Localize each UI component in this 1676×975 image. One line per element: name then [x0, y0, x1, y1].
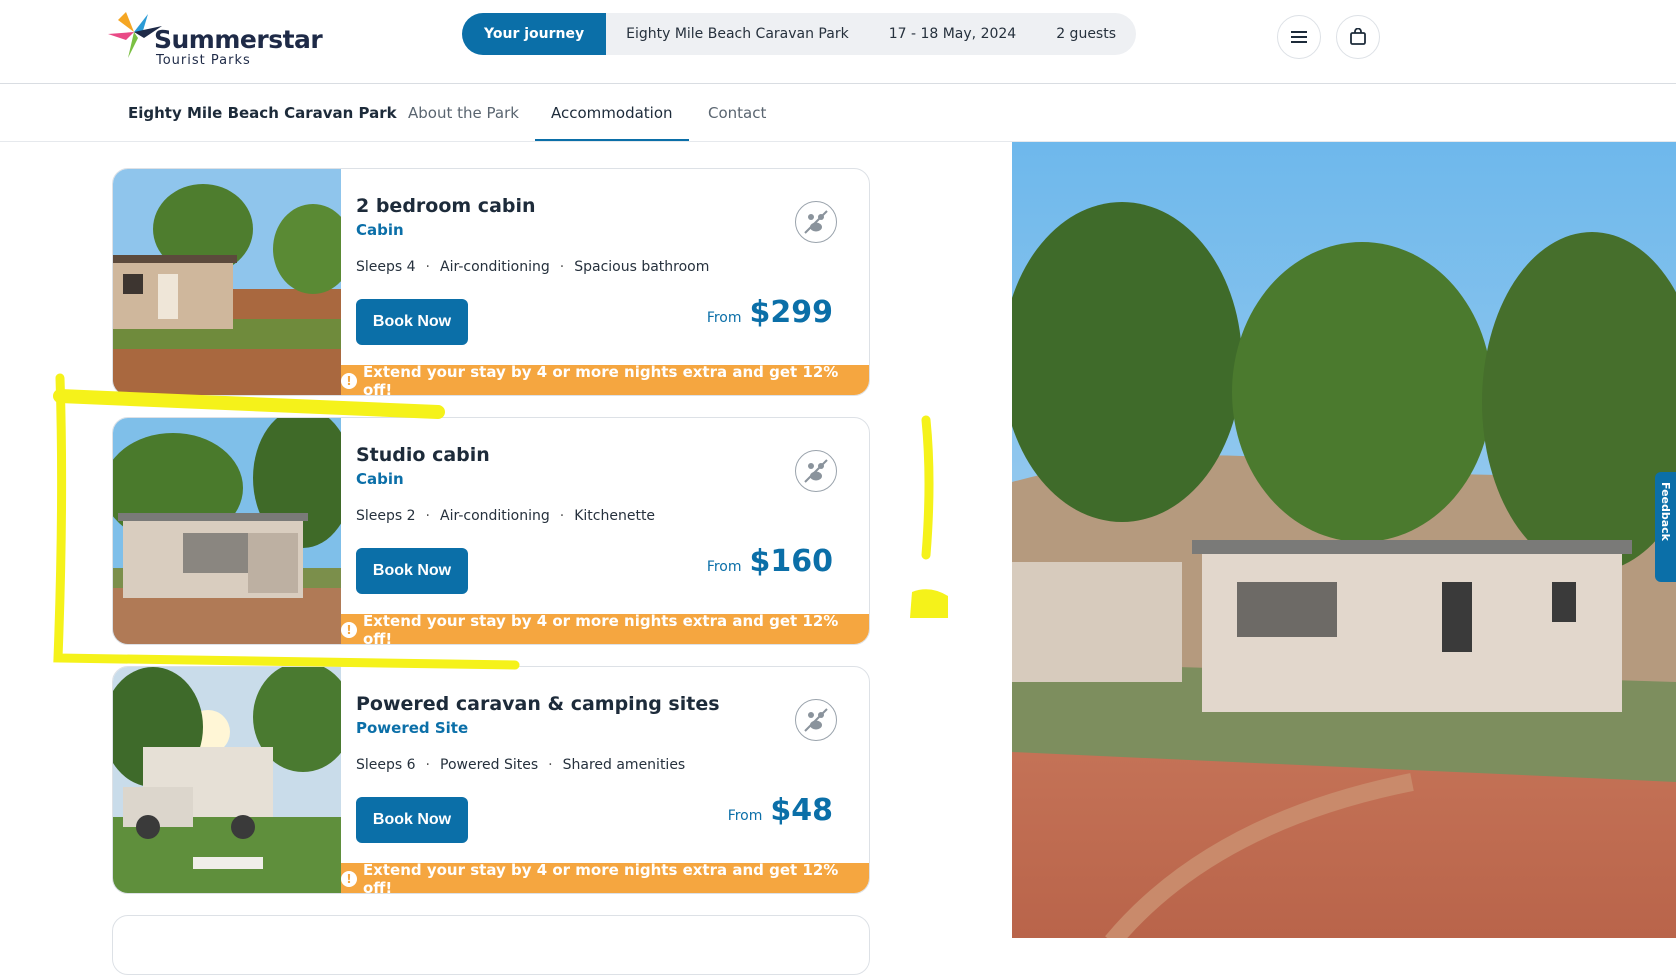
feature: Spacious bathroom	[574, 259, 710, 275]
accommodation-photo[interactable]	[113, 667, 341, 893]
price-value: $299	[749, 295, 834, 330]
menu-icon	[1291, 31, 1307, 43]
promo-banner: ! Extend your stay by 4 or more nights e…	[341, 363, 869, 396]
price: From $160	[707, 544, 833, 579]
accommodation-title[interactable]: Powered caravan & camping sites	[356, 693, 720, 715]
feedback-tab[interactable]: Feedback	[1655, 472, 1676, 582]
journey-guests[interactable]: 2 guests	[1036, 26, 1136, 42]
no-pets-icon	[795, 450, 837, 492]
park-hero-image	[1012, 142, 1676, 938]
promo-text: Extend your stay by 4 or more nights ext…	[362, 612, 839, 645]
accommodation-type: Cabin	[356, 470, 404, 488]
menu-button[interactable]	[1277, 15, 1321, 59]
feature-list: Sleeps 2 · Air-conditioning · Kitchenette	[356, 508, 656, 524]
feature: Shared amenities	[562, 757, 686, 773]
your-journey-label[interactable]: Your journey	[462, 13, 607, 55]
accommodation-card-partial	[112, 915, 870, 975]
feature: Sleeps 4	[356, 259, 416, 275]
feature-list: Sleeps 4 · Air-conditioning · Spacious bathr…	[356, 259, 710, 275]
book-now-button[interactable]: Book Now	[356, 797, 468, 843]
tab-about[interactable]: About the Park	[408, 104, 519, 122]
brand-subtitle: Tourist Parks	[156, 53, 251, 68]
tab-accommodation[interactable]: Accommodation	[551, 104, 673, 122]
price-from-label: From	[706, 310, 742, 326]
feature: Air-conditioning	[440, 259, 550, 275]
brand-name: Summerstar	[154, 25, 323, 54]
logo[interactable]: Summerstar Tourist Parks	[104, 6, 323, 70]
promo-text: Extend your stay by 4 or more nights ext…	[362, 363, 839, 396]
journey-dates[interactable]: 17 - 18 May, 2024	[869, 26, 1037, 42]
price: From $299	[707, 295, 833, 330]
accommodation-photo[interactable]	[113, 169, 341, 395]
feature: Powered Sites	[440, 757, 539, 773]
feature: Sleeps 2	[356, 508, 416, 524]
accommodation-card: Powered caravan & camping sites Powered …	[112, 666, 870, 894]
feature-list: Sleeps 6 · Powered Sites · Shared amenities	[356, 757, 686, 773]
journey-park[interactable]: Eighty Mile Beach Caravan Park	[606, 26, 869, 42]
price-from-label: From	[706, 559, 742, 575]
park-nav: Eighty Mile Beach Caravan Park About the…	[0, 84, 1676, 142]
active-tab-indicator	[535, 139, 689, 141]
book-now-button[interactable]: Book Now	[356, 548, 468, 594]
bag-icon	[1350, 28, 1366, 45]
journey-summary[interactable]: Your journey Eighty Mile Beach Caravan P…	[462, 13, 1137, 55]
feature: Sleeps 6	[356, 757, 416, 773]
tab-contact[interactable]: Contact	[708, 104, 766, 122]
price: From $48	[728, 793, 833, 828]
alert-icon: !	[341, 622, 357, 638]
accommodation-type: Cabin	[356, 221, 404, 239]
feedback-label: Feedback	[1659, 482, 1672, 541]
feature: Kitchenette	[574, 508, 656, 524]
cart-button[interactable]	[1336, 15, 1380, 59]
book-now-button[interactable]: Book Now	[356, 299, 468, 345]
alert-icon: !	[341, 871, 357, 887]
top-bar: Summerstar Tourist Parks Your journey Ei…	[0, 0, 1676, 84]
accommodation-title[interactable]: Studio cabin	[356, 444, 490, 466]
accommodation-photo[interactable]	[113, 418, 341, 644]
park-name[interactable]: Eighty Mile Beach Caravan Park	[128, 104, 397, 122]
feature: Air-conditioning	[440, 508, 550, 524]
alert-icon: !	[341, 373, 357, 389]
no-pets-icon	[795, 699, 837, 741]
no-pets-icon	[795, 201, 837, 243]
promo-text: Extend your stay by 4 or more nights ext…	[362, 861, 839, 894]
accommodation-card: 2 bedroom cabin Cabin Sleeps 4 · Air-condi…	[112, 168, 870, 396]
accommodation-title[interactable]: 2 bedroom cabin	[356, 195, 536, 217]
promo-banner: ! Extend your stay by 4 or more nights e…	[341, 612, 869, 645]
price-value: $48	[770, 793, 833, 828]
price-value: $160	[749, 544, 834, 579]
accommodation-type: Powered Site	[356, 719, 469, 737]
price-from-label: From	[727, 808, 763, 824]
accommodation-card: Studio cabin Cabin Sleeps 2 · Air-conditio…	[112, 417, 870, 645]
promo-banner: ! Extend your stay by 4 or more nights e…	[341, 861, 869, 894]
